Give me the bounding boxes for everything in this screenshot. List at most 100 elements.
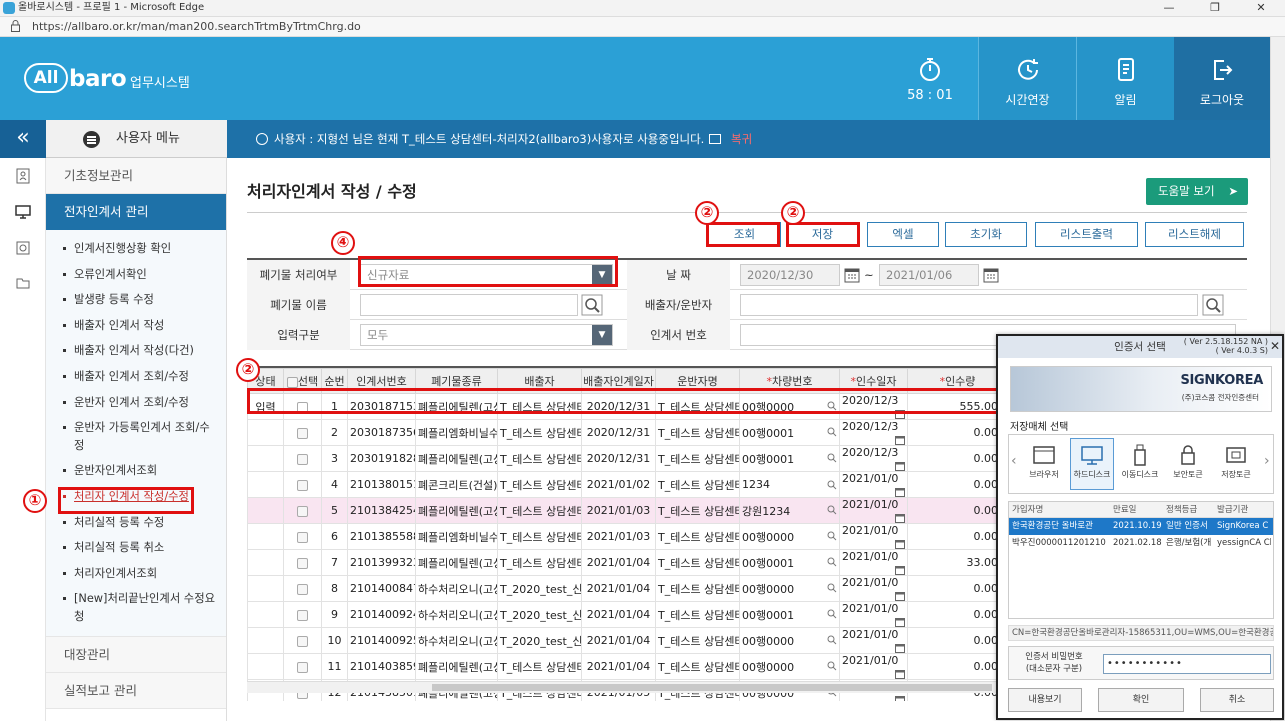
search-icon[interactable] (827, 635, 837, 645)
search-icon[interactable] (1202, 294, 1224, 316)
cell-car[interactable]: 00행0001 (739, 601, 840, 628)
table-row[interactable]: 4 2101380151 폐콘크리트(건설) T_테스트 상담센터 2021/01/02… (247, 471, 997, 498)
cell-recv-date[interactable]: 2021/01/0 (839, 523, 908, 550)
sidebar-item[interactable]: 배출자 인계서 조회/수정 (46, 364, 226, 390)
calendar-icon[interactable] (895, 487, 905, 497)
cell-doc[interactable]: 2101400847 (347, 575, 416, 602)
search-icon[interactable] (827, 480, 837, 490)
cell-car[interactable]: 00행0001 (739, 419, 840, 446)
row-checkbox[interactable] (297, 635, 308, 647)
table-row[interactable]: 6 2101385588 폐플리엠화비닐수 T_테스트 상담센터 2021/01/03 T… (247, 523, 997, 550)
table-row[interactable]: 2 2030187356 폐플리엠화비닐수 T_테스트 상담센터 2020/12/31 T… (247, 419, 997, 446)
cell-qty[interactable]: 0.000 (907, 419, 997, 446)
cell-doc[interactable]: 2101403859 (347, 653, 416, 680)
sidebar-item[interactable]: 운반자인계서조회 (46, 458, 226, 484)
cell-car[interactable]: 00행0000 (739, 523, 840, 550)
waste-name-input[interactable] (360, 294, 578, 316)
table-row[interactable]: 11 2101403859 폐플리에틸렌(고상 T_테스트 상담센터 2021/01/0… (247, 653, 997, 680)
media-usb[interactable]: 이동디스크 (1118, 438, 1162, 490)
calendar-icon[interactable] (895, 643, 905, 653)
cell-select[interactable] (283, 419, 322, 446)
sidebar-item[interactable]: 처리실적 등록 수정 (46, 510, 226, 536)
row-checkbox[interactable] (297, 661, 308, 673)
cell-doc[interactable]: 2030187356 (347, 419, 416, 446)
cell-car[interactable]: 00행0000 (739, 653, 840, 680)
cell-select[interactable] (283, 575, 322, 602)
extend-time-button[interactable]: 시간연장 (978, 37, 1076, 120)
input-type-select[interactable]: 모두 ▼ (360, 324, 613, 346)
cert-row[interactable]: 박우진0000011201210 2021.02.18 은행/보험(개 yess… (1009, 535, 1273, 552)
cell-select[interactable] (283, 653, 322, 680)
cell-qty[interactable]: 0.000 (907, 653, 997, 680)
media-browser[interactable]: 브라우저 (1022, 438, 1066, 490)
cell-car[interactable]: 00행0001 (739, 445, 840, 472)
chevron-left-icon[interactable]: ‹ (1011, 453, 1017, 469)
cell-select[interactable] (283, 497, 322, 524)
cell-qty[interactable]: 33.000 (907, 549, 997, 576)
row-checkbox[interactable] (297, 531, 308, 543)
sidebar-item[interactable]: 운반자 인계서 조회/수정 (46, 390, 226, 416)
cell-recv-date[interactable]: 2020/12/3 (839, 419, 908, 446)
cell-recv-date[interactable]: 2021/01/0 (839, 497, 908, 524)
cancel-button[interactable]: 취소 (1200, 688, 1274, 712)
close-window-icon[interactable]: ✕ (1238, 0, 1284, 16)
cell-qty[interactable]: 555.000 (907, 393, 997, 420)
sidebar-item[interactable]: 운반자 가등록인계서 조회/수정 (46, 415, 226, 458)
help-button[interactable]: 도움말 보기 ➤ (1146, 178, 1248, 205)
row-checkbox[interactable] (297, 583, 308, 595)
table-row[interactable]: 입력 1 2030187153 폐플리에틸렌(고상 T_테스트 상담센터 2020/12/… (247, 393, 997, 420)
cell-qty[interactable]: 0.000 (907, 523, 997, 550)
calendar-icon[interactable] (895, 539, 905, 549)
minimize-icon[interactable]: — (1146, 0, 1192, 16)
calendar-icon[interactable] (895, 513, 905, 523)
search-icon[interactable] (827, 427, 837, 437)
cell-car[interactable]: 1234 (739, 471, 840, 498)
print-list-button[interactable]: 리스트출력 (1035, 222, 1138, 247)
cell-recv-date[interactable]: 2020/12/3 (839, 393, 908, 420)
search-icon[interactable] (827, 609, 837, 619)
calendar-icon[interactable] (895, 409, 905, 419)
restore-button[interactable]: 복귀 (709, 120, 752, 158)
search-icon[interactable] (827, 583, 837, 593)
sidebar-cat-basic[interactable]: 기초정보관리 (46, 158, 226, 194)
cell-car[interactable]: 00행0000 (739, 627, 840, 654)
media-harddisk[interactable]: 하드디스크 (1070, 438, 1114, 490)
cell-select[interactable] (283, 523, 322, 550)
close-icon[interactable]: ✕ (1270, 339, 1280, 353)
cell-car[interactable]: 00행0000 (739, 575, 840, 602)
cell-doc[interactable]: 2030187153 (347, 393, 416, 420)
table-row[interactable]: 7 2101399323 폐플리에틸렌(고상 T_테스트 상담센터 2021/01/04… (247, 549, 997, 576)
cell-doc[interactable]: 2101380151 (347, 471, 416, 498)
cell-qty[interactable]: 0.000 (907, 627, 997, 654)
cell-select[interactable] (283, 601, 322, 628)
table-row[interactable]: 92101400924하수처리오니(고상T_2020_test_신현2021/0… (247, 601, 997, 628)
sidebar-cat-elec[interactable]: 전자인계서 관리 (46, 194, 226, 230)
grid-scroll-thumb[interactable] (432, 684, 992, 691)
cell-car[interactable]: 00행0000 (739, 393, 840, 420)
search-icon[interactable] (827, 531, 837, 541)
collapse-menu-button[interactable]: « (0, 120, 46, 158)
media-security-token[interactable]: 보안토큰 (1166, 438, 1210, 490)
alarm-button[interactable]: 알림 (1076, 37, 1174, 120)
sidebar-item[interactable]: 배출자 인계서 작성 (46, 313, 226, 339)
row-checkbox[interactable] (297, 401, 308, 413)
search-icon[interactable] (827, 505, 837, 515)
view-content-button[interactable]: 내용보기 (1008, 688, 1082, 712)
reset-button[interactable]: 초기화 (945, 222, 1027, 247)
cell-select[interactable] (283, 445, 322, 472)
row-checkbox[interactable] (297, 427, 308, 439)
search-icon[interactable] (581, 294, 603, 316)
folder-icon[interactable] (15, 275, 31, 291)
cell-doc[interactable]: 2101399323 (347, 549, 416, 576)
cell-recv-date[interactable]: 2021/01/0 (839, 627, 908, 654)
sidebar-item[interactable]: 오류인계서확인 (46, 262, 226, 288)
cell-recv-date[interactable]: 2021/01/0 (839, 601, 908, 628)
user-menu-header[interactable]: 사용자 메뉴 (46, 120, 227, 158)
sidebar-item[interactable]: 처리자인계서조회 (46, 561, 226, 587)
calendar-icon[interactable] (895, 591, 905, 601)
excel-button[interactable]: 엑셀 (867, 222, 939, 247)
calendar-icon[interactable] (983, 266, 999, 283)
release-list-button[interactable]: 리스트해제 (1145, 222, 1244, 247)
emitter-input[interactable] (740, 294, 1198, 316)
cell-doc[interactable]: 2101385588 (347, 523, 416, 550)
